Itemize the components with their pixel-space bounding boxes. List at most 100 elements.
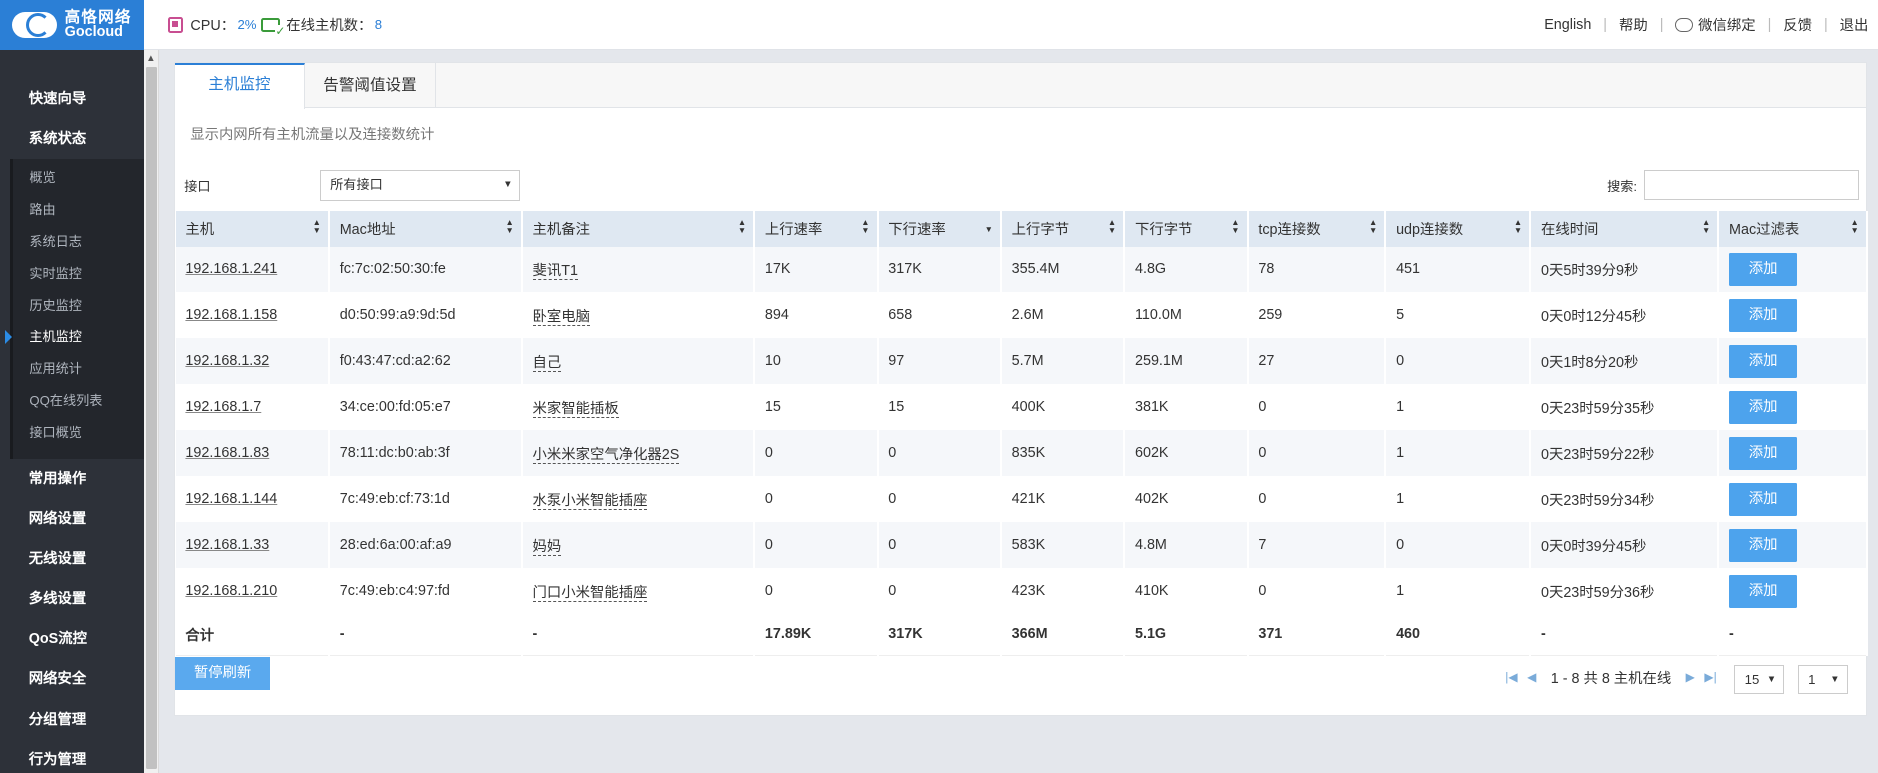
column-header-udp[interactable]: udp连接数 ▲ ▼ [1385, 210, 1532, 247]
column-header-tcp[interactable]: tcp连接数 ▲ ▼ [1247, 210, 1387, 247]
nav-qos[interactable]: QoS流控 [0, 619, 144, 659]
table-row: 192.168.1.83 78:11:dc:b0:ab:3f 小米米家空气净化器2S… [175, 430, 1868, 477]
nav-multiline-settings[interactable]: 多线设置 [0, 579, 144, 619]
cell-down-bytes: 410K [1124, 568, 1249, 615]
cell-host: 192.168.1.32 [175, 338, 331, 385]
column-header-mac[interactable]: Mac地址 ▲ ▼ [329, 210, 523, 247]
scroll-up-icon[interactable]: ▲ [146, 53, 155, 64]
cell-value: 0 [764, 583, 773, 600]
cell-up-bytes: 5.7M [1001, 338, 1126, 385]
subnav-route[interactable]: 路由 [13, 194, 144, 226]
interface-select[interactable]: 所有接口 ▼ [319, 169, 520, 201]
tab-alarm-threshold[interactable]: 告警阈值设置 [305, 63, 436, 108]
host-note-link[interactable]: 门口小米智能插座 [532, 584, 648, 602]
host-ip-link[interactable]: 192.168.1.144 [185, 491, 277, 507]
host-ip-link[interactable]: 192.168.1.7 [185, 399, 261, 415]
add-mac-filter-button[interactable]: 添加 [1729, 575, 1798, 608]
sort-icon: ▲ ▼ [505, 216, 514, 236]
prev-page-icon[interactable]: ◀ [1527, 670, 1536, 684]
host-ip-link[interactable]: 192.168.1.210 [185, 583, 277, 599]
subnav-host-monitor[interactable]: 主机监控 [5, 321, 144, 353]
nav-common-ops[interactable]: 常用操作 [0, 459, 144, 499]
column-header-host[interactable]: 主机 ▲ ▼ [175, 210, 331, 247]
host-note-link[interactable]: 米家智能插板 [532, 400, 619, 418]
subnav-history-monitor[interactable]: 历史监控 [13, 290, 144, 322]
host-note-link[interactable]: 卧室电脑 [532, 308, 590, 326]
scroll-thumb[interactable] [146, 67, 157, 769]
cell-value: 894 [764, 307, 789, 324]
host-note-link[interactable]: 自己 [532, 354, 562, 372]
subnav-realtime-monitor[interactable]: 实时监控 [13, 258, 144, 290]
dropdown-arrow-icon: ▼ [503, 178, 513, 190]
search-input[interactable] [1644, 169, 1859, 200]
total-note: - [521, 614, 756, 656]
cell-value: 15 [764, 399, 781, 416]
cell-value: 0 [764, 537, 773, 554]
column-header-up-bytes[interactable]: 上行字节 ▲ ▼ [1001, 210, 1126, 247]
add-mac-filter-button[interactable]: 添加 [1729, 345, 1798, 378]
add-mac-filter-button[interactable]: 添加 [1729, 253, 1798, 286]
online-label: 在线主机数： [286, 18, 373, 35]
sort-icon: ▲ ▼ [1701, 216, 1711, 236]
host-note-link[interactable]: 小米米家空气净化器2S [532, 446, 680, 464]
column-header-mac-filter[interactable]: Mac过滤表 ▲ ▼ [1718, 210, 1868, 247]
host-ip-link[interactable]: 192.168.1.241 [185, 261, 277, 277]
nav-network-settings[interactable]: 网络设置 [0, 499, 144, 539]
host-ip-link[interactable]: 192.168.1.32 [185, 353, 269, 369]
cell-mac-filter: 添加 [1718, 292, 1868, 339]
sidebar-scrollbar[interactable]: ▲ [143, 50, 160, 773]
wechat-bind-link[interactable]: 微信绑定 [1698, 14, 1755, 35]
add-mac-filter-button[interactable]: 添加 [1729, 391, 1798, 424]
subnav-interface-overview[interactable]: 接口概览 [13, 417, 144, 449]
cell-value: 421K [1011, 491, 1046, 508]
host-note-link[interactable]: 水泵小米智能插座 [532, 492, 648, 510]
total-down-bytes: 5.1G [1124, 614, 1249, 656]
cell-tcp: 0 [1247, 384, 1387, 431]
add-mac-filter-button[interactable]: 添加 [1729, 483, 1798, 516]
host-note-link[interactable]: 斐讯T1 [532, 262, 579, 280]
brand-logo[interactable]: 高恪网络 Gocloud [0, 0, 144, 51]
cell-value: 0天23时59分34秒 [1540, 492, 1655, 509]
add-mac-filter-button[interactable]: 添加 [1729, 529, 1798, 562]
feedback-link[interactable]: 反馈 [1783, 14, 1812, 35]
page-size-select[interactable]: 15 ▼ [1734, 664, 1785, 695]
pause-refresh-button[interactable]: 暂停刷新 [174, 657, 271, 690]
column-header-down-bytes[interactable]: 下行字节 ▲ ▼ [1124, 210, 1249, 247]
nav-system-status[interactable]: 系统状态 [0, 119, 144, 159]
cell-value: 17K [764, 261, 791, 278]
nav-quick-guide[interactable]: 快速向导 [0, 79, 144, 119]
cell-value: fc:7c:02:50:30:fe [339, 261, 446, 278]
subnav-system-log[interactable]: 系统日志 [13, 226, 144, 258]
host-ip-link[interactable]: 192.168.1.158 [185, 307, 277, 323]
sort-icon: ▲ ▼ [737, 216, 747, 236]
tab-host-monitor[interactable]: 主机监控 [174, 63, 306, 109]
column-header-up-rate[interactable]: 上行速率 ▲ ▼ [754, 210, 879, 247]
logout-link[interactable]: 退出 [1840, 14, 1869, 35]
host-note-link[interactable]: 妈妈 [532, 538, 562, 556]
last-page-icon[interactable]: ▶| [1704, 670, 1716, 684]
column-header-down-rate[interactable]: 下行速率 ▼ [877, 210, 1003, 247]
cell-tcp: 78 [1247, 246, 1387, 293]
cell-value: 1 [1396, 445, 1405, 462]
column-header-online-time[interactable]: 在线时间 ▲ ▼ [1530, 210, 1720, 247]
host-ip-link[interactable]: 192.168.1.33 [185, 537, 269, 553]
subnav-overview[interactable]: 概览 [13, 162, 144, 194]
subnav-qq-online[interactable]: QQ在线列表 [13, 385, 144, 417]
column-header-note[interactable]: 主机备注 ▲ ▼ [521, 210, 756, 247]
top-bar: 高恪网络 Gocloud CPU： 2% 在线主机数： 8 English | … [0, 0, 1878, 51]
help-link[interactable]: 帮助 [1619, 14, 1648, 35]
cpu-value: 2% [237, 17, 257, 33]
cell-value: 0 [764, 491, 773, 508]
nav-group-management[interactable]: 分组管理 [0, 700, 144, 740]
nav-behavior-management[interactable]: 行为管理 [0, 740, 144, 773]
nav-wireless-settings[interactable]: 无线设置 [0, 539, 144, 579]
subnav-app-stats[interactable]: 应用统计 [13, 353, 144, 385]
add-mac-filter-button[interactable]: 添加 [1729, 437, 1798, 470]
page-select[interactable]: 1 ▼ [1797, 664, 1848, 695]
nav-network-security[interactable]: 网络安全 [0, 659, 144, 699]
add-mac-filter-button[interactable]: 添加 [1729, 299, 1798, 332]
first-page-icon[interactable]: |◀ [1505, 670, 1517, 684]
host-ip-link[interactable]: 192.168.1.83 [185, 445, 269, 461]
next-page-icon[interactable]: ▶ [1686, 670, 1695, 684]
english-link[interactable]: English [1544, 17, 1591, 33]
